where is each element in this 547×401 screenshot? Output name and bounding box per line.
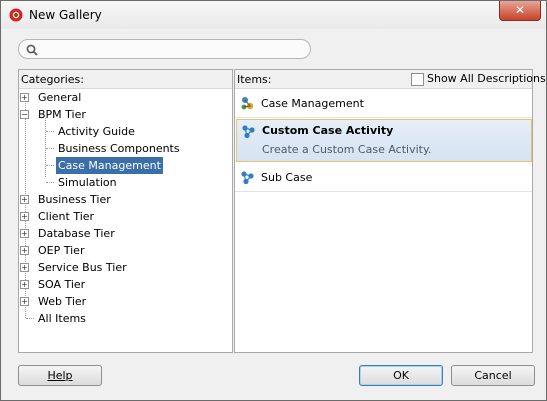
tree-item-service-bus-tier[interactable]: + Service Bus Tier [19, 259, 219, 276]
ok-button[interactable]: OK [359, 365, 443, 386]
categories-header: Categories: [19, 70, 232, 89]
categories-label: Categories: [21, 73, 84, 86]
items-pane: Items: Show All Descriptions Case Manage… [234, 69, 546, 353]
tree-item-label: Simulation [58, 176, 117, 189]
help-button-label: Help [47, 369, 73, 382]
item-separator [235, 191, 532, 192]
search-icon [26, 44, 38, 56]
dialog-body: Categories: + General − BPM Tier Activit… [8, 29, 546, 391]
title-bar[interactable]: New Gallery ✕ [1, 1, 546, 29]
tree-item-web-tier[interactable]: + Web Tier [19, 293, 219, 310]
close-button[interactable]: ✕ [499, 1, 541, 21]
expand-icon[interactable]: + [20, 229, 29, 238]
expand-icon[interactable]: + [20, 246, 29, 255]
categories-tree: + General − BPM Tier Activity Guide Busi… [19, 89, 232, 352]
case-management-icon [241, 97, 254, 110]
item-label: Custom Case Activity [262, 124, 394, 137]
expand-icon[interactable]: + [20, 212, 29, 221]
tree-item-simulation[interactable]: Simulation [19, 174, 219, 191]
item-label: Case Management [261, 97, 364, 110]
tree-item-general[interactable]: + General [19, 89, 219, 106]
tree-item-label: Service Bus Tier [38, 261, 127, 274]
window-title: New Gallery [29, 8, 102, 22]
tree-item-business-components[interactable]: Business Components [19, 140, 219, 157]
expand-icon[interactable]: + [20, 280, 29, 289]
tree-item-activity-guide[interactable]: Activity Guide [19, 123, 219, 140]
search-box[interactable] [18, 39, 311, 59]
tree-item-label: Database Tier [38, 227, 115, 240]
items-header: Items: Show All Descriptions [235, 70, 546, 89]
tree-item-oep-tier[interactable]: + OEP Tier [19, 242, 219, 259]
tree-item-label: Client Tier [38, 210, 95, 223]
tree-item-label: General [38, 91, 82, 104]
tree-item-label: Business Components [58, 142, 180, 155]
expand-icon[interactable]: + [20, 93, 29, 102]
collapse-icon[interactable]: − [20, 110, 29, 119]
help-button[interactable]: Help [18, 365, 102, 386]
tree-item-label: All Items [38, 312, 86, 325]
custom-case-activity-icon [242, 125, 255, 139]
categories-pane: Categories: + General − BPM Tier Activit… [18, 69, 233, 353]
tree-item-label: Web Tier [38, 295, 87, 308]
tree-item-database-tier[interactable]: + Database Tier [19, 225, 219, 242]
expand-icon[interactable]: + [20, 263, 29, 272]
new-gallery-dialog: New Gallery ✕ Categories: + General − BP… [0, 0, 547, 401]
tree-item-client-tier[interactable]: + Client Tier [19, 208, 219, 225]
cancel-button[interactable]: Cancel [451, 365, 535, 386]
tree-item-label: Activity Guide [58, 125, 135, 138]
app-icon [9, 8, 23, 22]
tree-item-all-items[interactable]: All Items [19, 310, 219, 327]
tree-item-label: SOA Tier [38, 278, 86, 291]
show-all-descriptions-label: Show All Descriptions [427, 72, 546, 85]
tree-item-case-management[interactable]: Case Management [19, 157, 219, 174]
ok-button-label: OK [393, 369, 409, 382]
tree-item-bpm-tier[interactable]: − BPM Tier [19, 106, 219, 123]
tree-item-label: Business Tier [38, 193, 111, 206]
item-separator [235, 117, 532, 118]
item-description: Create a Custom Case Activity. [262, 143, 432, 156]
item-label: Sub Case [261, 171, 313, 184]
close-icon: ✕ [514, 3, 526, 17]
item-case-management[interactable]: Case Management [235, 92, 532, 116]
expand-icon[interactable]: + [20, 195, 29, 204]
expand-icon[interactable]: + [20, 297, 29, 306]
item-custom-case-activity[interactable]: Custom Case Activity Create a Custom Cas… [236, 119, 532, 162]
tree-item-label: BPM Tier [38, 108, 86, 121]
checkbox-icon[interactable] [411, 73, 424, 86]
item-sub-case[interactable]: Sub Case [235, 166, 532, 190]
cancel-button-label: Cancel [474, 369, 512, 382]
items-label: Items: [237, 73, 272, 86]
tree-item-label: OEP Tier [38, 244, 85, 257]
sub-case-icon [241, 171, 254, 185]
tree-item-soa-tier[interactable]: + SOA Tier [19, 276, 219, 293]
tree-item-label: Case Management [56, 157, 163, 174]
tree-item-business-tier[interactable]: + Business Tier [19, 191, 219, 208]
search-input[interactable] [43, 42, 309, 58]
